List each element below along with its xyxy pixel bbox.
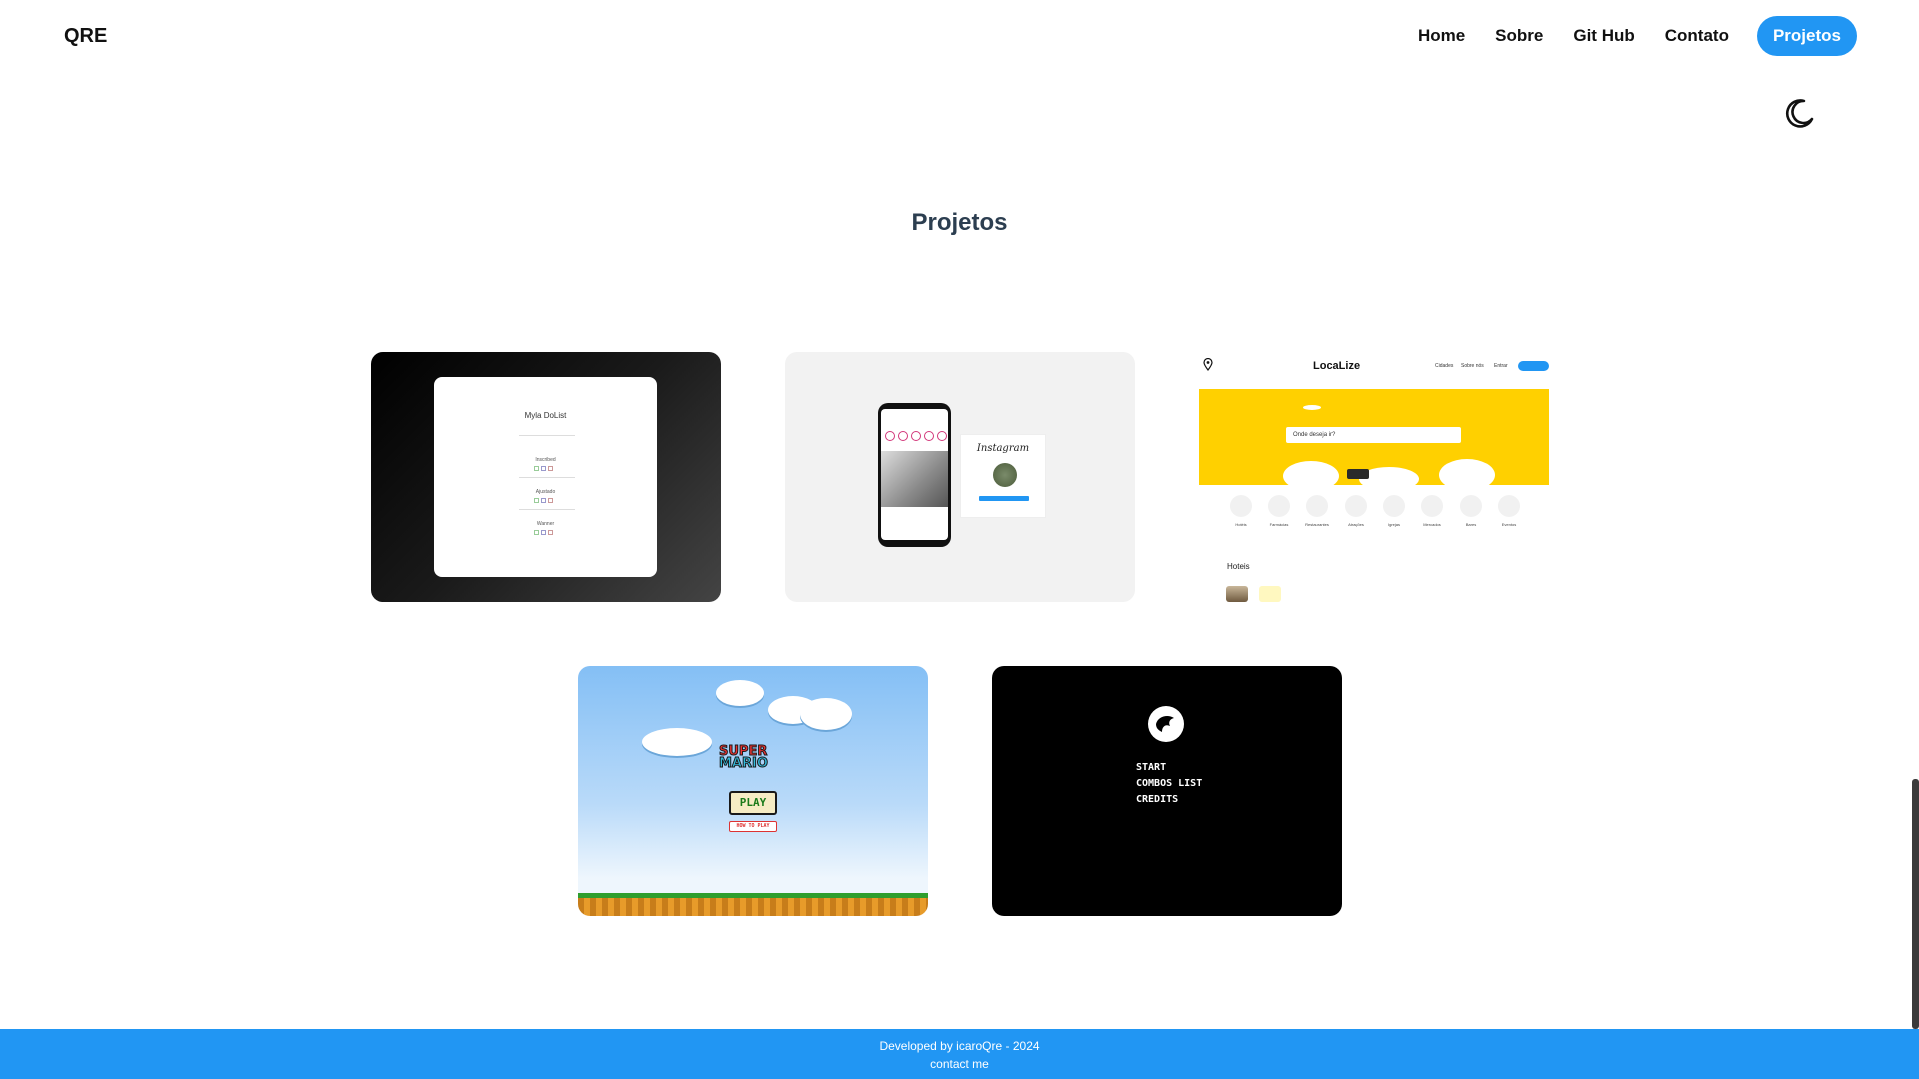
cloud [1303,405,1321,410]
mk-menu: START COMBOS LIST CREDITS [1136,760,1202,808]
category-icon [1383,495,1405,517]
category-label: Farmácias [1269,522,1289,527]
category-label: Restaurantes [1305,522,1329,527]
nav-contato[interactable]: Contato [1665,26,1729,46]
profile-avatar [993,463,1017,487]
story-avatar [898,431,908,441]
phone-screen [881,409,948,540]
story-avatar [937,431,947,441]
hotel-thumbnail [1226,586,1248,602]
localize-nav-item: Sobre nós [1461,363,1484,369]
site-logo[interactable]: QRE [64,25,107,48]
dragon-logo-icon [1148,706,1184,742]
mario-ground [578,898,928,916]
todo-delete-icon [548,530,553,535]
page-title: Projetos [911,209,1008,236]
category-label: Eventos [1501,522,1517,527]
project-card-mortal-kombat[interactable]: START COMBOS LIST CREDITS [992,666,1342,916]
page-scrollbar[interactable] [1912,779,1919,1029]
todo-check-icon [534,498,539,503]
category-label: Bares [1465,522,1477,527]
project-card-mario[interactable]: SUPER MARIO PLAY HOW TO PLAY [578,666,928,916]
project-card-instagram[interactable]: Instagram [785,352,1135,602]
todo-check-icon [534,466,539,471]
todo-divider [519,477,575,478]
login-button-preview [979,496,1029,501]
mario-howto-button: HOW TO PLAY [729,821,777,832]
main-nav: Home Sobre Git Hub Contato Projetos [1388,16,1857,56]
todo-preview-item: Inscribed [535,457,556,463]
todo-delete-icon [548,466,553,471]
category-icon [1268,495,1290,517]
moon-icon[interactable] [1782,97,1816,131]
category-label: Mercados [1423,522,1441,527]
category-icon [1345,495,1367,517]
cloud [716,680,764,706]
phone-mockup [878,403,951,547]
nav-home[interactable]: Home [1418,26,1465,46]
todo-preview-title: Myla DoList [524,411,567,420]
traveler-illustration [1347,469,1369,479]
category-label: Atrações [1348,522,1364,527]
todo-preview-item: Ajustado [535,489,556,495]
category-label: Hotéis [1235,522,1247,527]
cloud [800,698,852,730]
nav-projetos[interactable]: Projetos [1756,16,1857,56]
todo-preview-item: Wanner [536,521,555,527]
instagram-login-card: Instagram [960,434,1046,518]
category-icon [1460,495,1482,517]
category-label: Igrejas [1387,522,1400,527]
instagram-logo: Instagram [976,443,1030,454]
todo-edit-icon [541,498,546,503]
mk-menu-credits: CREDITS [1136,794,1179,805]
mario-play-button: PLAY [729,791,777,815]
mario-logo-line2: MARIO [719,756,769,771]
footer-contact-link[interactable]: contact me [0,1057,1919,1071]
site-header: QRE Home Sobre Git Hub Contato Projetos [0,0,1919,72]
map-pin-icon [1203,358,1213,371]
todo-check-icon [534,530,539,535]
cloud [1439,459,1495,485]
hotel-thumbnail [1259,586,1281,602]
story-avatar [911,431,921,441]
localize-nav-item: Entrar [1494,363,1508,369]
category-icon [1421,495,1443,517]
localize-cta [1518,361,1549,371]
localize-header: LocaLize Cidades Sobre nós Entrar [1199,352,1549,388]
localize-section-title: Hoteis [1227,562,1250,571]
project-card-localize[interactable]: LocaLize Cidades Sobre nós Entrar Onde d… [1199,352,1549,602]
site-footer: Developed by icaroQre - 2024 contact me [0,1029,1919,1079]
cloud [1283,461,1339,485]
story-avatar [924,431,934,441]
category-icon [1498,495,1520,517]
cloud [642,728,712,756]
mk-menu-start: START [1136,762,1167,773]
todo-delete-icon [548,498,553,503]
localize-nav-item: Cidades [1435,363,1454,369]
super-mario-logo: SUPER MARIO [719,745,769,771]
nav-sobre[interactable]: Sobre [1495,26,1543,46]
category-icon [1306,495,1328,517]
localize-search: Onde deseja ir? [1286,427,1461,443]
todo-edit-icon [541,466,546,471]
footer-credit: Developed by icaroQre - 2024 [879,1039,1040,1053]
todo-edit-icon [541,530,546,535]
localize-logo: LocaLize [1313,360,1361,372]
story-avatar [885,431,895,441]
project-card-todo[interactable]: Myla DoList Inscribed Ajustado Wanner [371,352,721,602]
feed-photo [881,451,948,507]
nav-github[interactable]: Git Hub [1573,26,1634,46]
todo-divider [519,509,575,510]
localize-banner: Onde deseja ir? [1199,389,1549,485]
todo-input-line [519,435,575,436]
mk-menu-combos: COMBOS LIST [1136,778,1203,789]
todo-preview: Myla DoList Inscribed Ajustado Wanner [434,377,657,577]
category-icon [1230,495,1252,517]
